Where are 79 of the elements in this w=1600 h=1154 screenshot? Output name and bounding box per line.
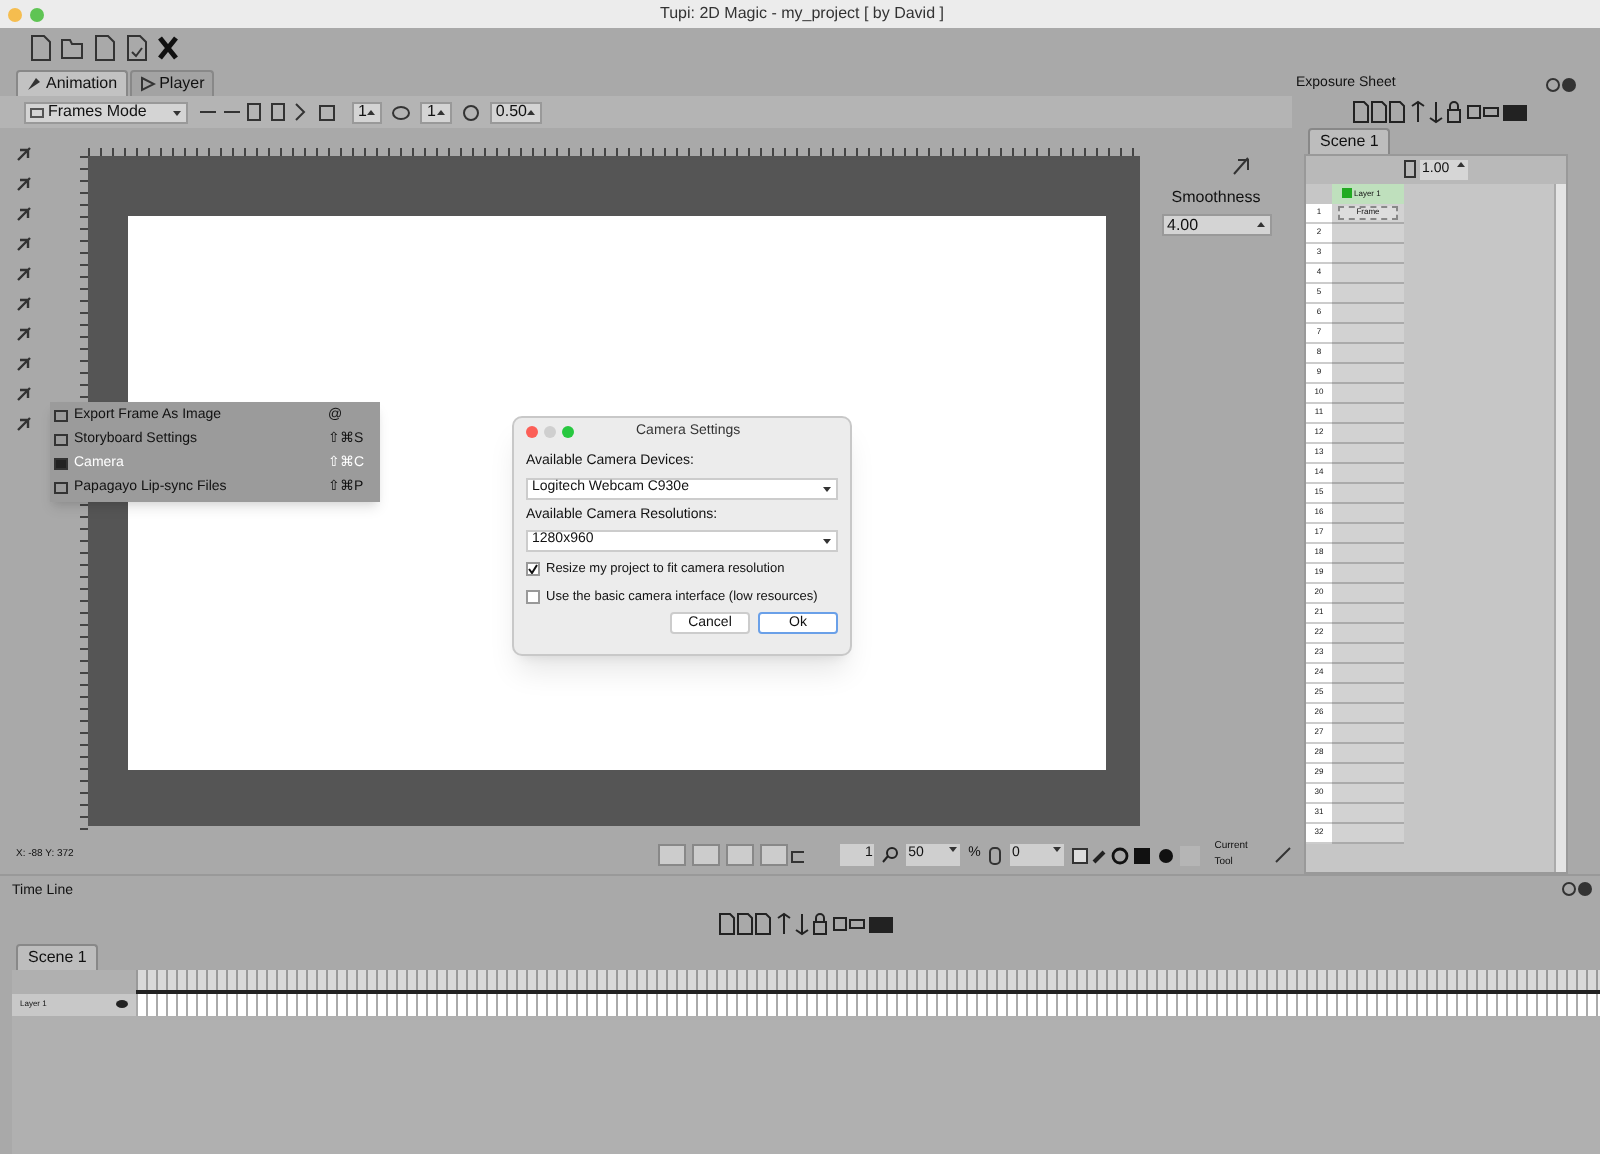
frames-icon	[1404, 160, 1416, 178]
dropdown-arrow-icon	[822, 483, 832, 493]
settings-icon[interactable]	[1562, 882, 1576, 896]
exposure-cell[interactable]	[1332, 763, 1404, 783]
close-icon[interactable]	[156, 34, 180, 62]
tab[interactable]: Player	[129, 70, 215, 96]
document-icon[interactable]	[92, 34, 116, 62]
exposure-cell[interactable]	[1332, 223, 1404, 243]
spin-arrows-icon	[526, 107, 537, 117]
exposure-cell[interactable]	[1332, 583, 1404, 603]
exposure-cell[interactable]	[1332, 443, 1404, 463]
rotate-icon	[988, 845, 1003, 865]
exposure-cell[interactable]	[1332, 483, 1404, 503]
exposure-cell[interactable]	[1332, 563, 1404, 583]
minimize-icon[interactable]	[544, 426, 556, 438]
exposure-cell[interactable]	[1332, 263, 1404, 283]
exposure-cell[interactable]	[1332, 703, 1404, 723]
settings-icon[interactable]	[1546, 77, 1560, 92]
spin-arrows-icon	[435, 107, 446, 117]
exposure-cell[interactable]	[1332, 423, 1404, 443]
exposure-cell[interactable]	[1332, 823, 1404, 843]
scene-tab[interactable]: Scene 1	[1308, 127, 1391, 153]
dropdown-arrow-icon	[948, 844, 959, 854]
exposure-cell[interactable]	[1332, 283, 1404, 303]
frames-grid[interactable]	[136, 993, 1600, 1015]
spin-arrows-icon	[366, 107, 377, 117]
exposure-cell[interactable]	[1332, 803, 1404, 823]
new-document-icon[interactable]	[28, 34, 52, 62]
exposure-cell[interactable]	[1332, 523, 1404, 543]
maximize-icon[interactable]	[30, 7, 44, 21]
exposure-cell[interactable]	[1332, 663, 1404, 683]
exposure-cell[interactable]	[1332, 323, 1404, 343]
layer-spinbox[interactable]: 1	[420, 101, 452, 123]
minimize-icon[interactable]	[8, 7, 22, 21]
checkbox[interactable]	[526, 562, 540, 576]
exposure-cell[interactable]	[1332, 303, 1404, 323]
dropdown-arrow-icon	[172, 107, 182, 117]
exposure-cell[interactable]	[1332, 743, 1404, 763]
exposure-cell[interactable]	[1332, 723, 1404, 743]
close-icon[interactable]	[1562, 77, 1576, 92]
exposure-cell[interactable]	[1332, 463, 1404, 483]
smoothness-spinbox[interactable]: 4.00	[1161, 214, 1271, 236]
frame-spinbox[interactable]: 1	[352, 101, 383, 123]
window-title: Tupi: 2D Magic - my_project [ by David ]	[660, 2, 944, 26]
exposure-cell[interactable]	[1332, 643, 1404, 663]
exposure-cell[interactable]	[1332, 343, 1404, 363]
exposure-cell[interactable]	[1332, 543, 1404, 563]
close-icon[interactable]	[1578, 882, 1592, 896]
toolbar-icons-drawing[interactable]	[1352, 99, 1528, 123]
exposure-cell[interactable]	[1332, 503, 1404, 523]
exposure-cell[interactable]	[1332, 363, 1404, 383]
play-icon	[139, 76, 156, 92]
dropdown-arrow-icon	[822, 536, 832, 546]
exposure-cell[interactable]	[1332, 783, 1404, 803]
spin-arrows-icon	[1255, 220, 1265, 230]
maximize-icon[interactable]	[562, 426, 574, 438]
eye-icon[interactable]	[116, 1000, 128, 1008]
scene-tab[interactable]: Scene 1	[16, 943, 99, 969]
toolbar-icons-drawing[interactable]	[718, 911, 894, 935]
onion-skin-icon	[392, 103, 411, 121]
checkbox[interactable]	[526, 590, 540, 604]
exposure-cell[interactable]	[1332, 243, 1404, 263]
scrollbar[interactable]	[1554, 183, 1566, 872]
tab[interactable]: Animation	[16, 70, 128, 96]
zoom-icon	[882, 846, 899, 864]
smoothness-label: Smoothness	[1171, 186, 1261, 210]
dropdown-arrow-icon	[1052, 844, 1062, 854]
view-buttons-drawing[interactable]	[658, 844, 805, 866]
spin-arrows-icon	[1456, 159, 1466, 169]
exposure-cell[interactable]	[1332, 603, 1404, 623]
exposure-cell[interactable]	[1332, 623, 1404, 643]
document-check-icon[interactable]	[124, 34, 148, 62]
opacity-icon	[461, 103, 480, 121]
exposure-cell[interactable]	[1332, 683, 1404, 703]
folder-icon[interactable]	[60, 34, 84, 62]
mode-dropdown[interactable]: Frames Mode	[24, 101, 188, 123]
exposure-cell[interactable]	[1332, 383, 1404, 403]
opacity-spinbox[interactable]: 0.50	[489, 101, 543, 123]
exposure-cell[interactable]	[1332, 403, 1404, 423]
